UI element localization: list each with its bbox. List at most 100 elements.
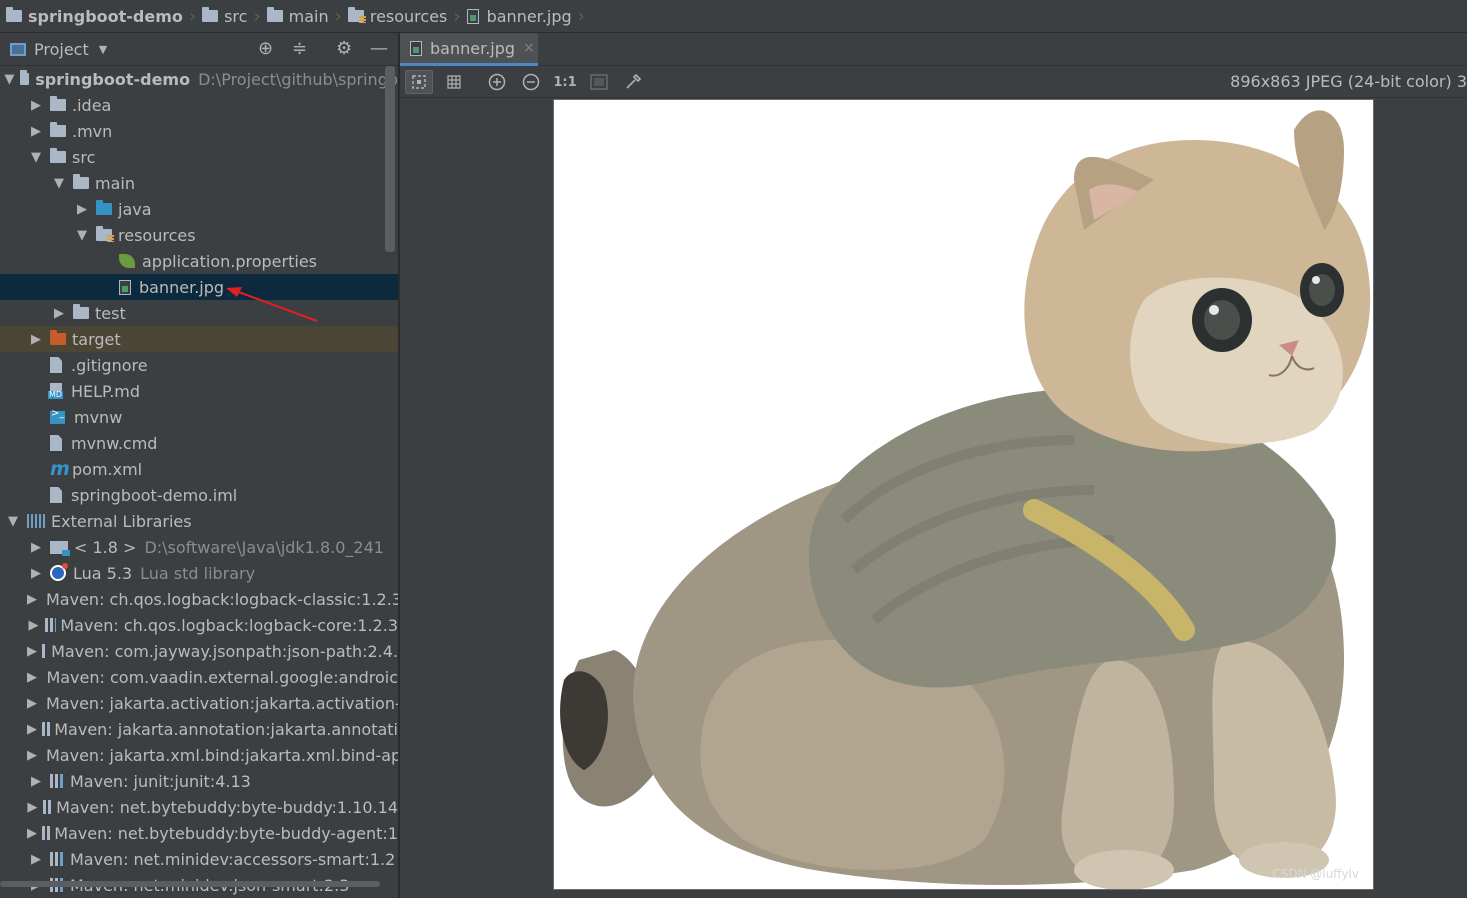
- background-icon[interactable]: [587, 70, 611, 94]
- tree-row-label: Maven: net.bytebuddy:byte-buddy:1.10.14: [56, 797, 398, 817]
- image-canvas: CSDN @luffylv: [400, 99, 1467, 898]
- locate-icon[interactable]: ⊕: [258, 38, 273, 59]
- project-view-selector[interactable]: Project: [34, 40, 89, 59]
- tree-row[interactable]: ▶ Maven: ch.qos.logback:logback-classic:1…: [0, 586, 398, 612]
- tree-row-hint: Lua std library: [140, 563, 256, 583]
- breadcrumb-project[interactable]: springboot-demo: [0, 0, 189, 33]
- chevron-right-icon[interactable]: ▶: [27, 722, 37, 737]
- tree-row[interactable]: ▼ main: [0, 170, 398, 196]
- eyedropper-icon[interactable]: [621, 70, 645, 94]
- tree-row[interactable]: ▶ Maven: net.minidev:accessors-smart:1.2: [0, 846, 398, 872]
- chevron-right-icon[interactable]: ▶: [50, 306, 68, 321]
- tree-row[interactable]: ▶ Maven: ch.qos.logback:logback-core:1.2.…: [0, 612, 398, 638]
- chevron-right-icon[interactable]: ▶: [73, 202, 91, 217]
- tree-row-label: Maven: net.bytebuddy:byte-buddy-agent:1: [54, 823, 398, 843]
- chevron-right-icon[interactable]: ▶: [27, 670, 37, 685]
- tree-row[interactable]: springboot-demo.iml: [0, 482, 398, 508]
- editor-tab-banner[interactable]: banner.jpg ×: [400, 33, 538, 66]
- minimize-icon[interactable]: —: [370, 38, 388, 59]
- tree-row[interactable]: ▼ External Libraries: [0, 508, 398, 534]
- library-icon: [44, 618, 57, 632]
- breadcrumb-resources[interactable]: resources: [346, 0, 454, 33]
- actual-size-button[interactable]: 1:1: [552, 70, 578, 94]
- folder-icon: [73, 174, 89, 189]
- tree-row[interactable]: HELP.md: [0, 378, 398, 404]
- tree-row[interactable]: ▼ springboot-demo D:\Project\github\spring…: [0, 66, 398, 92]
- tree-row[interactable]: m pom.xml: [0, 456, 398, 482]
- breadcrumb-label: resources: [369, 6, 448, 26]
- tree-row[interactable]: ▶ Maven: jakarta.annotation:jakarta.annot…: [0, 716, 398, 742]
- tree-row[interactable]: ▶ < 1.8 > D:\software\Java\jdk1.8.0_241: [0, 534, 398, 560]
- chevron-right-icon[interactable]: ▶: [27, 618, 40, 633]
- tree-row[interactable]: mvnw: [0, 404, 398, 430]
- tree-row[interactable]: ▶ Maven: com.vaadin.external.google:andro…: [0, 664, 398, 690]
- chevron-right-icon[interactable]: ▶: [27, 774, 45, 789]
- chevron-right-icon[interactable]: ▶: [27, 98, 45, 113]
- tree-row[interactable]: application.properties: [0, 248, 398, 274]
- chevron-right-icon[interactable]: ▶: [27, 540, 45, 555]
- breadcrumb-label: banner.jpg: [486, 6, 572, 26]
- tree-row[interactable]: ▶ target: [0, 326, 398, 352]
- image-toolbar: 1:1 896x863 JPEG (24-bit color) 3: [400, 66, 1467, 98]
- chevron-right-icon[interactable]: ▶: [27, 748, 37, 763]
- chevron-right-icon[interactable]: ▶: [27, 800, 38, 815]
- resources-folder-icon: [347, 7, 366, 23]
- project-panel-header: Project ▼ ⊕ ≑ ⚙ —: [0, 33, 398, 66]
- grid-icon[interactable]: [442, 70, 466, 94]
- tree-row-label: Maven: com.jayway.jsonpath:json-path:2.4…: [51, 641, 398, 661]
- tree-row-label: src: [72, 147, 96, 167]
- tree-scrollbar[interactable]: [385, 66, 395, 252]
- tree-row-label: resources: [118, 225, 196, 245]
- tree-row[interactable]: ▶ Maven: net.bytebuddy:byte-buddy:1.10.14: [0, 794, 398, 820]
- gear-icon[interactable]: ⚙: [336, 38, 352, 59]
- tree-row[interactable]: banner.jpg: [0, 274, 398, 300]
- chevron-right-icon[interactable]: ▶: [27, 852, 45, 867]
- chevron-right-icon[interactable]: ▶: [27, 566, 45, 581]
- chevron-right-icon[interactable]: ▶: [27, 826, 37, 841]
- zoom-out-icon[interactable]: [519, 70, 543, 94]
- tree-row[interactable]: ▶ Maven: com.jayway.jsonpath:json-path:2.…: [0, 638, 398, 664]
- tree-row[interactable]: ▶ Maven: junit:junit:4.13: [0, 768, 398, 794]
- tree-row[interactable]: ▼ resources: [0, 222, 398, 248]
- tree-row[interactable]: ▶ test: [0, 300, 398, 326]
- chevron-down-icon[interactable]: ▼: [4, 514, 22, 529]
- chevron-down-icon[interactable]: ▼: [27, 150, 45, 165]
- tree-row-label: springboot-demo.iml: [71, 485, 238, 505]
- chevron-down-icon[interactable]: ▼: [73, 228, 91, 243]
- tree-row[interactable]: ▶ Maven: jakarta.activation:jakarta.activ…: [0, 690, 398, 716]
- tree-row-label: mvnw.cmd: [71, 433, 158, 453]
- tree-row[interactable]: ▶ Maven: jakarta.xml.bind:jakarta.xml.bin…: [0, 742, 398, 768]
- collapse-all-icon[interactable]: ≑: [292, 38, 307, 59]
- chevron-right-icon[interactable]: ▶: [27, 124, 45, 139]
- tree-row[interactable]: ▶ .idea: [0, 92, 398, 118]
- tree-row[interactable]: mvnw.cmd: [0, 430, 398, 456]
- chevron-right-icon[interactable]: ▶: [27, 332, 45, 347]
- libraries-icon: [27, 514, 45, 528]
- tree-row[interactable]: ▼ src: [0, 144, 398, 170]
- folder-icon: [50, 148, 66, 163]
- horizontal-scrollbar[interactable]: [0, 881, 380, 887]
- tree-row[interactable]: ▶ java: [0, 196, 398, 222]
- chevron-down-icon[interactable]: ▼: [4, 72, 15, 87]
- tree-row[interactable]: .gitignore: [0, 352, 398, 378]
- library-icon: [42, 722, 51, 736]
- breadcrumb-banner[interactable]: banner.jpg: [465, 0, 578, 33]
- fit-to-window-icon[interactable]: [405, 70, 433, 94]
- tree-row[interactable]: ▶ Lua 5.3 Lua std library: [0, 560, 398, 586]
- tree-row[interactable]: ▶ Maven: net.bytebuddy:byte-buddy-agent:1: [0, 820, 398, 846]
- breadcrumb-src[interactable]: src: [200, 0, 253, 33]
- chevron-right-icon[interactable]: ▶: [27, 696, 37, 711]
- tree-row-label: HELP.md: [71, 381, 141, 401]
- library-icon: [42, 644, 48, 658]
- tree-row[interactable]: ▶ .mvn: [0, 118, 398, 144]
- chevron-down-icon[interactable]: ▼: [99, 43, 107, 56]
- chevron-right-icon[interactable]: ▶: [27, 644, 37, 659]
- chevron-down-icon[interactable]: ▼: [50, 176, 68, 191]
- project-view-icon: [10, 42, 26, 56]
- project-folder-icon: [6, 7, 22, 22]
- chevron-right-icon[interactable]: ▶: [27, 592, 37, 607]
- close-icon[interactable]: ×: [523, 40, 535, 56]
- zoom-in-icon[interactable]: [485, 70, 509, 94]
- breadcrumb-main[interactable]: main: [265, 0, 335, 33]
- folder-icon: [202, 7, 219, 22]
